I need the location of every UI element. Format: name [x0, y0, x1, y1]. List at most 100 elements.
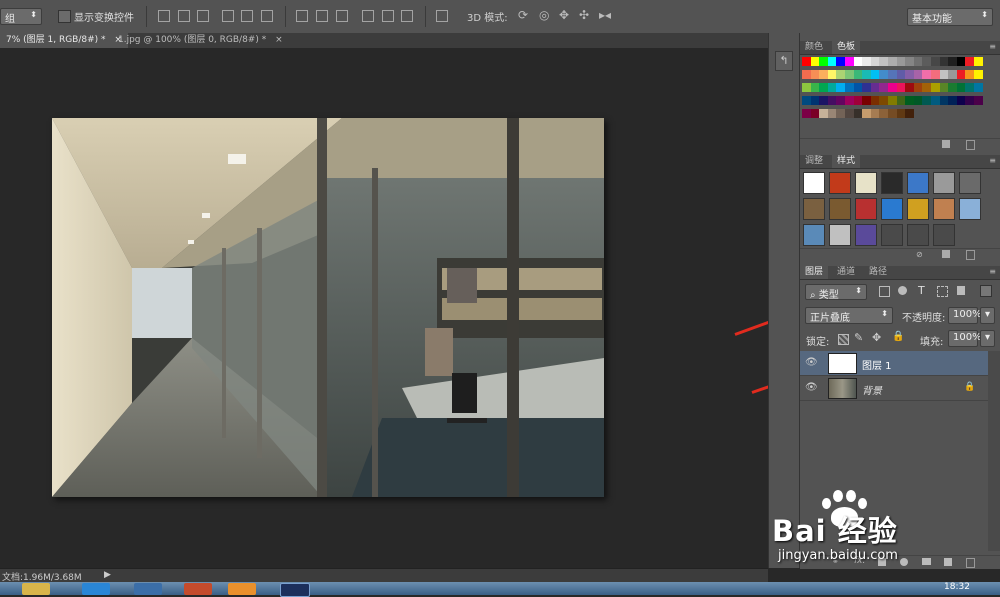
- distribute-top-icon[interactable]: [296, 10, 308, 22]
- pan-3d-icon[interactable]: ✥: [559, 8, 569, 22]
- fill-slider-toggle[interactable]: ▾: [980, 330, 995, 347]
- style-swatch[interactable]: [881, 172, 903, 194]
- filter-adjustment-icon[interactable]: [898, 286, 907, 295]
- layer-kind-filter[interactable]: ⌕ 类型 ⬍: [805, 284, 867, 301]
- panel-menu-icon[interactable]: ≡: [989, 156, 996, 165]
- baidu-watermark: Bai 经验 jingyan.baidu.com: [768, 480, 1000, 570]
- style-swatch[interactable]: [959, 172, 981, 194]
- align-horizontal-center-icon[interactable]: [241, 10, 253, 22]
- panel-menu-icon[interactable]: ≡: [989, 267, 996, 276]
- layer-kind-value: 类型: [818, 290, 839, 301]
- style-swatch[interactable]: [933, 224, 955, 246]
- style-swatch[interactable]: [907, 224, 929, 246]
- lock-icon: 🔒: [964, 382, 976, 392]
- distribute-right-icon[interactable]: [401, 10, 413, 22]
- align-vertical-center-icon[interactable]: [178, 10, 190, 22]
- auto-select-dropdown[interactable]: 组 ⬍: [0, 8, 42, 25]
- lock-pixels-icon[interactable]: ✎: [854, 331, 863, 344]
- distribute-center-icon[interactable]: [316, 10, 328, 22]
- layer-row-2[interactable]: 👁 背景 🔒: [800, 376, 988, 401]
- blend-mode-dropdown[interactable]: 正片叠底 ⬍: [805, 307, 893, 324]
- style-swatch[interactable]: [907, 172, 929, 194]
- roll-3d-icon[interactable]: ◎: [539, 8, 549, 22]
- document-image[interactable]: [52, 118, 604, 497]
- close-icon[interactable]: ×: [275, 35, 283, 45]
- opacity-input[interactable]: 100%: [948, 307, 982, 324]
- style-swatch[interactable]: [933, 172, 955, 194]
- trash-icon[interactable]: [966, 250, 975, 260]
- lock-position-icon[interactable]: ✥: [872, 331, 881, 344]
- file-explorer-icon[interactable]: [22, 583, 50, 595]
- distribute-left-icon[interactable]: [362, 10, 374, 22]
- new-style-icon[interactable]: [942, 250, 950, 258]
- swatches-grid[interactable]: [800, 55, 1000, 137]
- style-swatch[interactable]: [855, 172, 877, 194]
- history-icon[interactable]: ↰: [775, 51, 793, 71]
- align-right-icon[interactable]: [261, 10, 273, 22]
- align-bottom-icon[interactable]: [197, 10, 209, 22]
- color-swatch[interactable]: [974, 70, 983, 79]
- app-icon[interactable]: [134, 583, 162, 595]
- opacity-slider-toggle[interactable]: ▾: [980, 307, 995, 324]
- styles-grid[interactable]: [800, 170, 1000, 246]
- show-transform-checkbox[interactable]: [58, 10, 71, 23]
- color-swatch[interactable]: [974, 96, 983, 105]
- tab-adjustments[interactable]: 调整: [800, 155, 828, 168]
- app-icon[interactable]: [228, 583, 256, 595]
- lock-transparent-icon[interactable]: [838, 334, 849, 345]
- style-swatch[interactable]: [855, 198, 877, 220]
- visibility-eye-icon[interactable]: 👁: [805, 382, 818, 393]
- tab-document-2[interactable]: 1.jpg @ 100% (图层 0, RGB/8#) * ×: [112, 33, 289, 48]
- style-swatch[interactable]: [803, 224, 825, 246]
- browser-icon[interactable]: [82, 583, 110, 595]
- fill-input[interactable]: 100%: [948, 330, 982, 347]
- style-swatch[interactable]: [959, 198, 981, 220]
- tab-styles[interactable]: 样式: [832, 155, 861, 168]
- style-swatch[interactable]: [855, 224, 877, 246]
- visibility-eye-icon[interactable]: 👁: [805, 357, 818, 368]
- layer-name[interactable]: 背景: [862, 382, 882, 397]
- filter-smart-object-icon[interactable]: [957, 286, 965, 295]
- filter-shape-icon[interactable]: [937, 286, 948, 297]
- rotate-3d-icon[interactable]: ⟳: [518, 8, 528, 22]
- trash-icon[interactable]: [966, 140, 975, 150]
- tab-color[interactable]: 颜色: [800, 41, 828, 54]
- tab-channels[interactable]: 通道: [832, 266, 860, 279]
- auto-align-icon[interactable]: [436, 10, 448, 22]
- panel-menu-icon[interactable]: ≡: [989, 42, 996, 51]
- media-icon[interactable]: [184, 583, 212, 595]
- slide-3d-icon[interactable]: ✣: [579, 8, 589, 22]
- style-swatch[interactable]: [803, 198, 825, 220]
- tab-layers[interactable]: 图层: [800, 266, 829, 279]
- filter-type-icon[interactable]: T: [918, 284, 925, 297]
- style-swatch[interactable]: [881, 224, 903, 246]
- color-swatch[interactable]: [974, 57, 983, 66]
- align-left-icon[interactable]: [222, 10, 234, 22]
- style-swatch[interactable]: [933, 198, 955, 220]
- tab-document-1[interactable]: 7% (图层 1, RGB/8#) * ×: [0, 33, 128, 48]
- style-swatch[interactable]: [829, 224, 851, 246]
- style-swatch[interactable]: [907, 198, 929, 220]
- chevron-down-icon: ⬍: [855, 286, 862, 295]
- style-swatch[interactable]: [829, 172, 851, 194]
- lock-all-icon[interactable]: 🔒: [892, 331, 904, 342]
- clear-style-icon[interactable]: ⊘: [916, 250, 923, 259]
- tab-swatches[interactable]: 色板: [832, 41, 861, 54]
- filter-toggle[interactable]: [980, 285, 992, 297]
- layer-name[interactable]: 图层 1: [862, 357, 892, 372]
- scale-3d-icon[interactable]: ▸◂: [599, 8, 611, 22]
- filter-pixel-icon[interactable]: [879, 286, 890, 297]
- style-swatch[interactable]: [803, 172, 825, 194]
- new-swatch-icon[interactable]: [942, 140, 950, 148]
- status-menu-arrow-icon[interactable]: ▶: [104, 570, 111, 580]
- workspace-dropdown[interactable]: 基本功能 ⬍: [907, 8, 993, 26]
- align-top-icon[interactable]: [158, 10, 170, 22]
- style-swatch[interactable]: [829, 198, 851, 220]
- layer-row-1[interactable]: 👁 图层 1: [800, 351, 988, 376]
- color-swatch[interactable]: [905, 109, 915, 118]
- tab-paths[interactable]: 路径: [864, 266, 892, 279]
- distribute-bottom-icon[interactable]: [336, 10, 348, 22]
- color-swatch[interactable]: [974, 83, 983, 92]
- distribute-hcenter-icon[interactable]: [382, 10, 394, 22]
- style-swatch[interactable]: [881, 198, 903, 220]
